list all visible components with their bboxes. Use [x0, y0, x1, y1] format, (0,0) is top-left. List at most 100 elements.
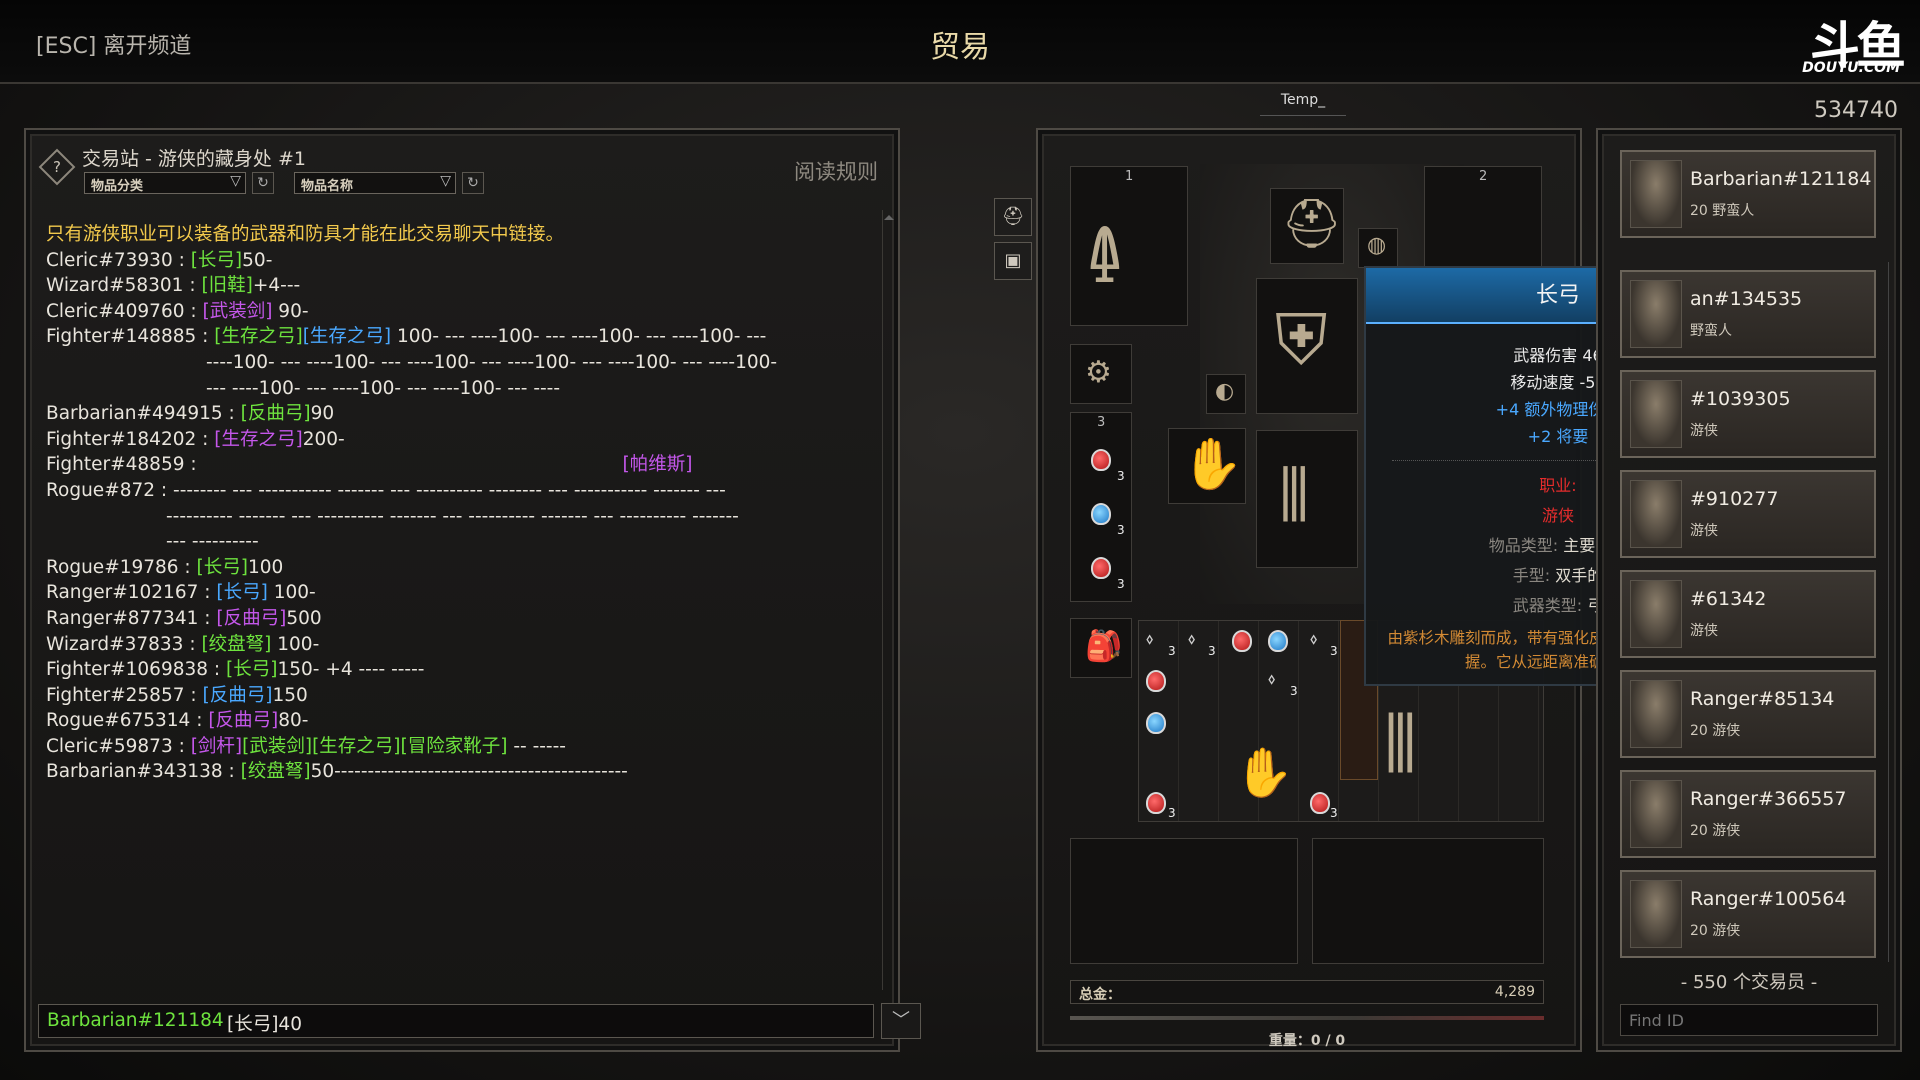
item-link[interactable]: [生存之弓]: [214, 326, 302, 347]
trader-card[interactable]: Ranger#366557 20 游侠: [1620, 770, 1876, 858]
item-category-dropdown[interactable]: 物品分类 ▽: [84, 172, 246, 194]
item-name-dropdown[interactable]: 物品名称 ▽: [294, 172, 456, 194]
belt-column[interactable]: 3 3 3 3: [1070, 412, 1132, 602]
gloves-icon[interactable]: ✋: [1234, 744, 1294, 801]
item-count: 3: [1330, 644, 1338, 658]
trader-card[interactable]: #1039305 游侠: [1620, 370, 1876, 458]
help-icon[interactable]: ?: [38, 148, 76, 186]
backpack-slot[interactable]: 🎒: [1070, 618, 1132, 678]
message-sender[interactable]: Barbarian#343138: [46, 761, 223, 782]
message-text: 150- +4 ---- -----: [277, 659, 425, 681]
item-link[interactable]: [长弓]: [197, 557, 248, 578]
trader-name: Ranger#366557: [1690, 788, 1847, 810]
red-potion-icon[interactable]: [1146, 670, 1166, 692]
total-gold-label: 总金：: [1079, 987, 1121, 1003]
trader-card[interactable]: #910277 游侠: [1620, 470, 1876, 558]
input-text[interactable]: [长弓]40: [227, 1010, 302, 1036]
offer-slot-left[interactable]: [1070, 838, 1298, 964]
trader-card[interactable]: Ranger#100564 20 游侠: [1620, 870, 1876, 958]
item-link[interactable]: [生存之弓]: [214, 429, 302, 450]
message-sender[interactable]: Fighter#1069838: [46, 659, 208, 680]
message-sender[interactable]: Rogue#675314: [46, 710, 190, 731]
ring-slot[interactable]: ◐: [1206, 374, 1246, 414]
item-link[interactable]: [反曲弓]: [241, 403, 311, 424]
item-link[interactable]: [长弓]: [216, 582, 267, 603]
trader-card[interactable]: an#134535 野蛮人: [1620, 270, 1876, 358]
item-link[interactable]: [武装剑]: [242, 736, 312, 757]
bandage-icon[interactable]: ⬫: [1310, 624, 1317, 655]
separator: :: [183, 275, 202, 297]
message-sender[interactable]: Cleric#409760: [46, 301, 184, 322]
trader-level-class: 20 野蛮人: [1690, 203, 1755, 219]
offer-slot-right[interactable]: [1312, 838, 1544, 964]
item-link[interactable]: [反曲弓]: [208, 710, 278, 731]
legs-slot[interactable]: ⫴: [1256, 430, 1358, 568]
send-dropdown-button[interactable]: ﹀: [881, 1003, 921, 1039]
read-rules-button[interactable]: 阅读规则: [794, 156, 878, 186]
necklace-icon: ◍: [1367, 233, 1387, 258]
message-sender[interactable]: Wizard#37833: [46, 634, 183, 655]
chest-tab-icon[interactable]: ▣: [994, 242, 1032, 280]
item-link[interactable]: [旧鞋]: [201, 275, 252, 296]
item-link[interactable]: [剑杆]: [191, 736, 242, 757]
item-link[interactable]: [长弓]: [226, 659, 277, 680]
pants-icon[interactable]: ⫴: [1384, 700, 1417, 791]
chat-scrollbar[interactable]: [882, 210, 894, 990]
utility-slot[interactable]: ⚙: [1070, 344, 1132, 404]
row-key: 物品类型:: [1488, 536, 1559, 555]
message-sender[interactable]: Ranger#877341: [46, 608, 198, 629]
helmet-slot[interactable]: ⛑: [1270, 188, 1344, 264]
item-link[interactable]: [武装剑]: [202, 301, 272, 322]
weapon-slot-1[interactable]: 1 𐃉: [1070, 166, 1188, 326]
red-potion-icon[interactable]: [1232, 630, 1252, 652]
helmet-tab-icon[interactable]: ⛑: [994, 198, 1032, 236]
chest-slot[interactable]: ⛨: [1256, 278, 1358, 414]
bandage-icon[interactable]: ⬫: [1146, 624, 1153, 655]
red-potion-icon[interactable]: [1091, 557, 1111, 579]
item-link[interactable]: [生存之弓]: [312, 736, 400, 757]
message-sender[interactable]: Cleric#59873: [46, 736, 173, 757]
refresh-name-icon[interactable]: ↻: [462, 172, 484, 194]
gloves-slot[interactable]: ✋: [1168, 428, 1246, 504]
avatar: [1630, 160, 1682, 228]
blue-potion-icon[interactable]: [1146, 712, 1166, 734]
channel-notice: 只有游侠职业可以装备的武器和防具才能在此交易聊天中链接。: [46, 224, 565, 245]
item-link[interactable]: [生存之弓]: [303, 326, 391, 347]
item-link[interactable]: [反曲弓]: [216, 608, 286, 629]
message-sender[interactable]: Rogue#19786: [46, 557, 179, 578]
trader-card[interactable]: Ranger#85134 20 游侠: [1620, 670, 1876, 758]
necklace-slot[interactable]: ◍: [1358, 228, 1398, 268]
message-sender[interactable]: Fighter#25857: [46, 685, 185, 706]
red-potion-icon[interactable]: [1310, 792, 1330, 814]
chat-message: Wizard#37833 : [绞盘弩] 100-: [46, 632, 886, 658]
message-sender[interactable]: Fighter#184202: [46, 429, 196, 450]
bandage-icon[interactable]: ⬫: [1268, 664, 1275, 695]
refresh-category-icon[interactable]: ↻: [252, 172, 274, 194]
red-potion-icon[interactable]: [1146, 792, 1166, 814]
blue-potion-icon[interactable]: [1091, 503, 1111, 525]
item-link[interactable]: [冒险家靴子]: [401, 736, 508, 757]
axe-icon: 𐃉: [1085, 217, 1125, 299]
item-link[interactable]: [反曲弓]: [203, 685, 273, 706]
item-link[interactable]: [绞盘弩]: [241, 761, 311, 782]
trader-card[interactable]: #61342 游侠: [1620, 570, 1876, 658]
find-id-input[interactable]: [1620, 1004, 1878, 1036]
message-sender[interactable]: Ranger#102167: [46, 582, 198, 603]
message-sender[interactable]: Wizard#58301: [46, 275, 183, 296]
message-sender[interactable]: Barbarian#494915: [46, 403, 223, 424]
message-sender[interactable]: Fighter#48859: [46, 454, 185, 475]
item-link[interactable]: [长弓]: [191, 250, 242, 271]
bandage-icon[interactable]: ⬫: [1188, 624, 1195, 655]
helmet-icon: ⛑: [1281, 196, 1342, 252]
trader-scrollbar[interactable]: [1888, 262, 1896, 962]
trader-card[interactable]: Barbarian#121184 20 野蛮人: [1620, 150, 1876, 238]
red-potion-icon[interactable]: [1091, 449, 1111, 471]
chat-input[interactable]: Barbarian#121184 [长弓]40 ﹀: [38, 1003, 921, 1039]
message-sender[interactable]: Rogue#872: [46, 480, 155, 501]
item-link[interactable]: [帕维斯]: [203, 454, 693, 475]
item-link[interactable]: [绞盘弩]: [201, 634, 271, 655]
message-sender[interactable]: Cleric#73930: [46, 250, 173, 271]
message-sender[interactable]: Fighter#148885: [46, 326, 196, 347]
blue-potion-icon[interactable]: [1268, 630, 1288, 652]
separator: :: [155, 479, 174, 501]
